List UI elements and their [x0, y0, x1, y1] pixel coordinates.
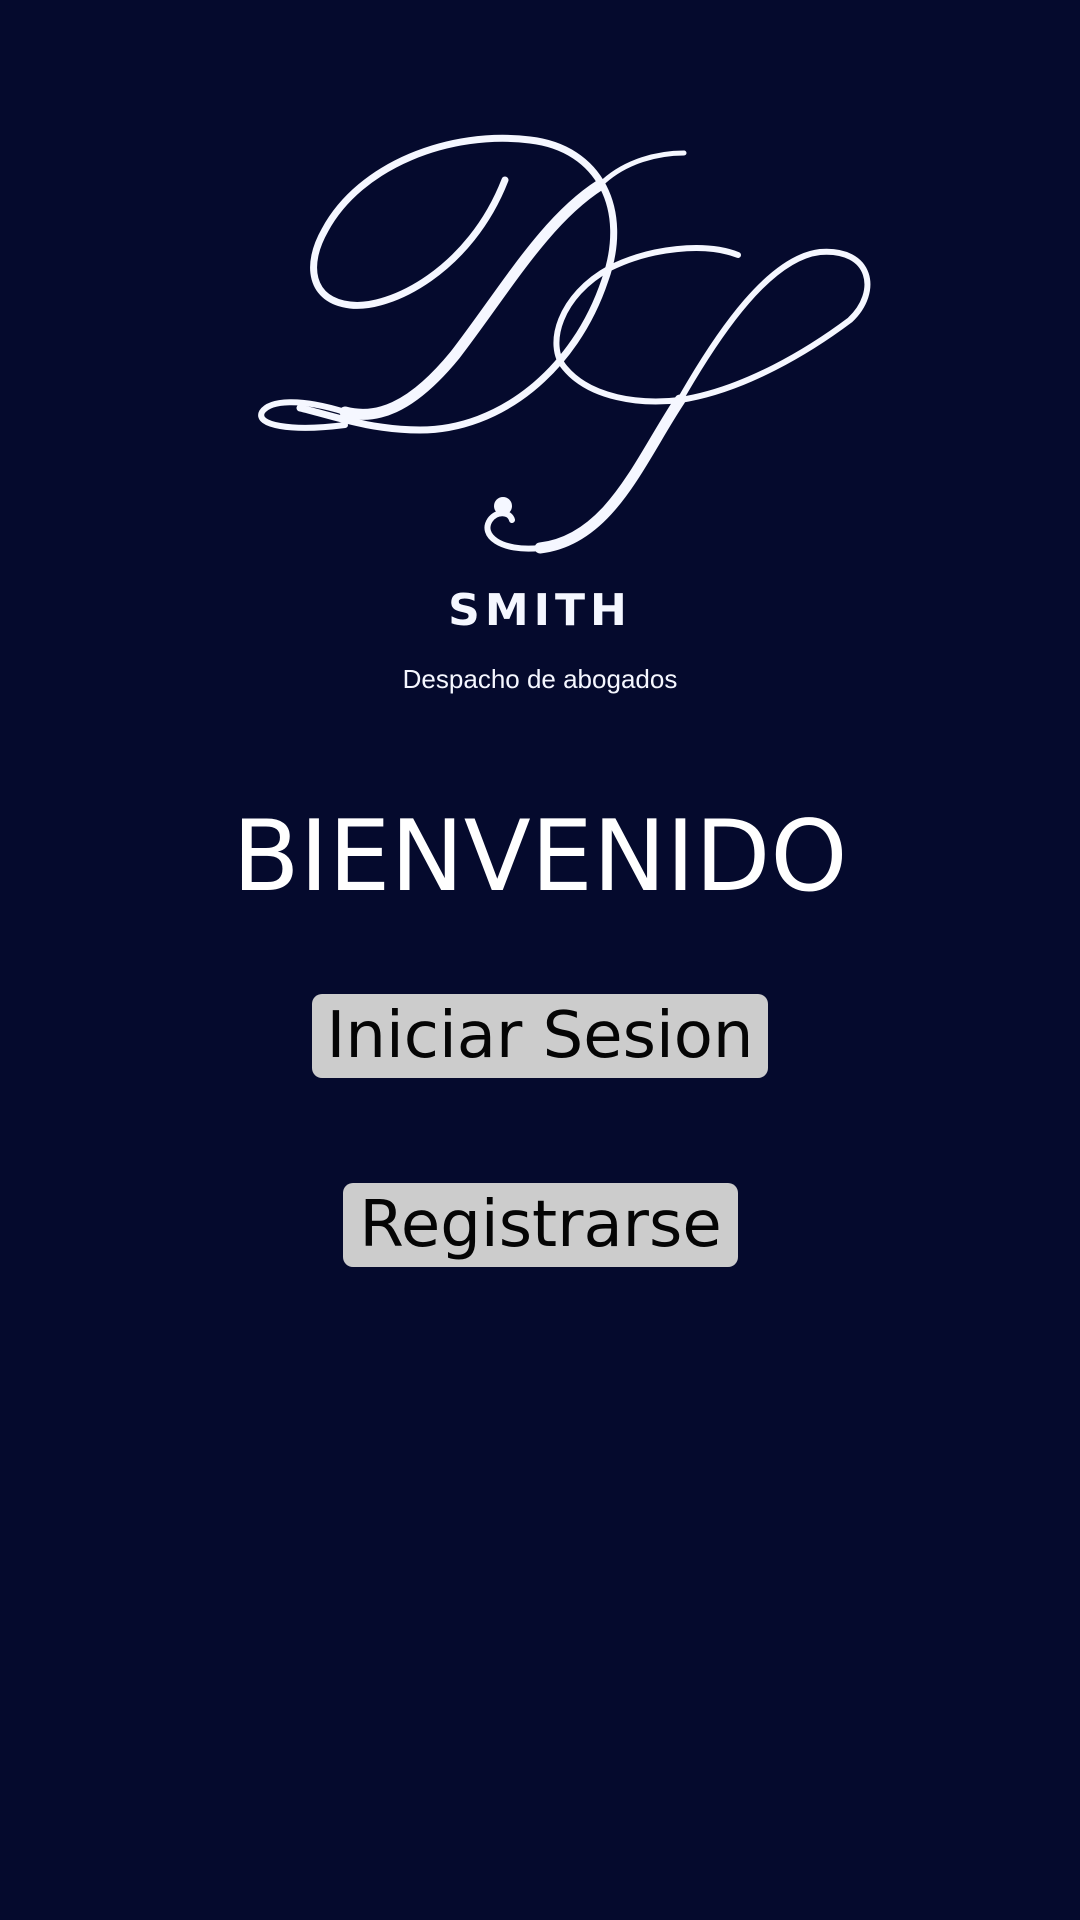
letter-s-bottom — [484, 510, 543, 552]
letter-s-stem — [534, 394, 686, 554]
letter-d-tail — [597, 150, 687, 188]
welcome-screen: SMITH Despacho de abogados BIENVENIDO In… — [0, 0, 1080, 1920]
letter-d-loop — [296, 134, 618, 434]
brand-name: SMITH — [448, 585, 632, 636]
register-button[interactable]: Registrarse — [343, 1183, 738, 1267]
welcome-title: BIENVENIDO — [232, 800, 848, 914]
login-button[interactable]: Iniciar Sesion — [312, 994, 768, 1078]
letter-s-curl — [553, 245, 871, 405]
ds-monogram-logo — [0, 120, 1080, 560]
letter-s-dot — [494, 497, 512, 515]
brand-tagline: Despacho de abogados — [402, 664, 678, 694]
